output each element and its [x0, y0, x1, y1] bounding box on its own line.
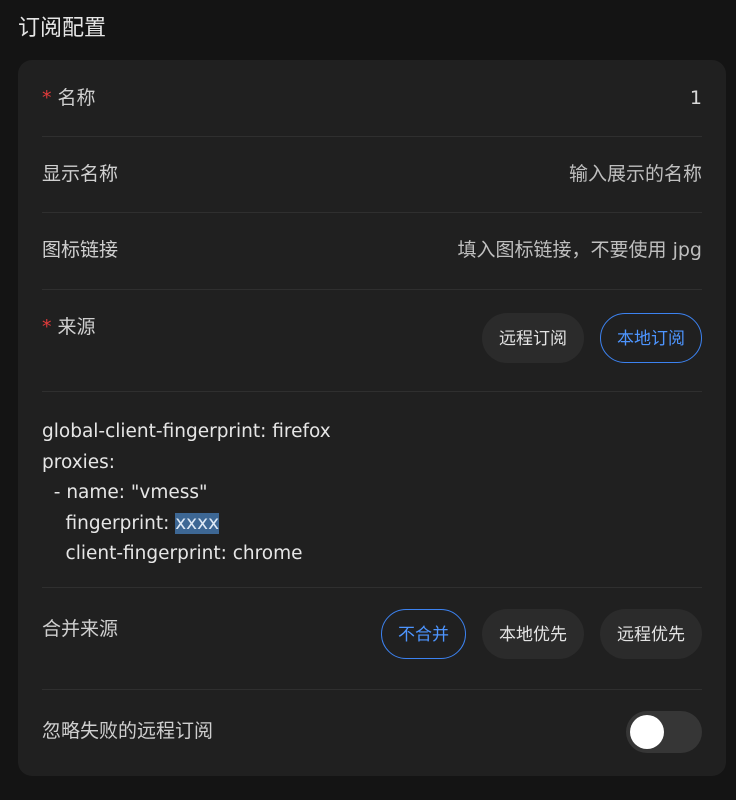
ignore-failed-row: 忽略失败的远程订阅	[42, 689, 702, 775]
icon-link-row: 图标链接	[42, 212, 702, 290]
config-line: proxies:	[42, 451, 116, 473]
ignore-failed-toggle[interactable]	[626, 711, 702, 753]
config-text-row: global-client-fingerprint: firefox proxi…	[42, 391, 702, 588]
source-row: * 来源 远程订阅 本地订阅	[42, 289, 702, 392]
name-row: * 名称	[42, 60, 702, 137]
display-name-input[interactable]	[282, 160, 702, 188]
page-title: 订阅配置	[18, 16, 107, 41]
name-input[interactable]	[282, 84, 702, 112]
required-mark: *	[42, 87, 52, 109]
name-label-text: 名称	[57, 87, 96, 109]
config-line: global-client-fingerprint: firefox	[42, 421, 331, 442]
merge-source-row: 合并来源 不合并 本地优先 远程优先	[42, 587, 702, 690]
local-first-button[interactable]: 本地优先	[482, 609, 584, 659]
ignore-failed-label: 忽略失败的远程订阅	[42, 720, 214, 742]
icon-link-label: 图标链接	[42, 239, 119, 261]
icon-link-input[interactable]	[282, 236, 702, 264]
source-button-group: 远程订阅 本地订阅	[482, 313, 702, 363]
local-subscription-button[interactable]: 本地订阅	[600, 313, 702, 363]
config-line: - name: "vmess"	[42, 482, 208, 503]
no-merge-button[interactable]: 不合并	[381, 609, 466, 659]
subscription-config-card: *名称 显示名称 图标链接 *来源 远程订阅 本地订阅 global-clien…	[18, 60, 726, 776]
display-name-row: 显示名称	[42, 136, 702, 213]
config-line: client-fingerprint: chrome	[42, 543, 303, 564]
merge-source-label: 合并来源	[42, 618, 119, 640]
toggle-knob	[630, 715, 664, 749]
config-textarea[interactable]: global-client-fingerprint: firefox proxi…	[42, 417, 331, 570]
merge-source-button-group: 不合并 本地优先 远程优先	[381, 609, 702, 659]
required-mark: *	[42, 316, 52, 338]
remote-subscription-button[interactable]: 远程订阅	[482, 313, 584, 363]
selected-text: xxxx	[175, 512, 220, 534]
display-name-label: 显示名称	[42, 163, 119, 185]
source-label-text: 来源	[57, 316, 96, 338]
remote-first-button[interactable]: 远程优先	[600, 609, 702, 659]
source-label: * 来源	[42, 313, 96, 341]
config-line: fingerprint:	[42, 512, 176, 534]
name-label: * 名称	[42, 84, 96, 112]
